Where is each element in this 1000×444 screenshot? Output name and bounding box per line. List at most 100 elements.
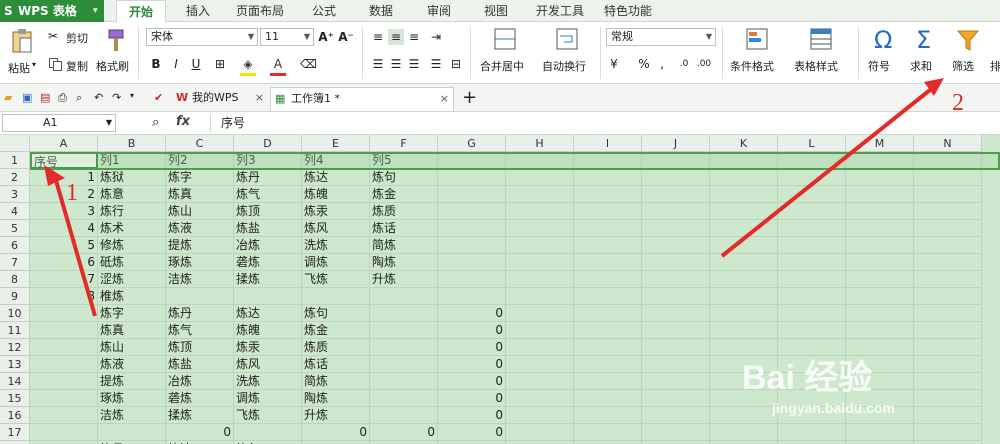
fill-color-icon[interactable]: ◈ xyxy=(240,56,256,72)
table-cell[interactable] xyxy=(438,203,506,220)
table-cell[interactable]: 炼汞 xyxy=(234,339,302,356)
table-cell[interactable] xyxy=(914,373,982,390)
table-cell[interactable]: 升炼 xyxy=(302,407,370,424)
table-cell[interactable] xyxy=(30,373,98,390)
table-cell[interactable] xyxy=(642,186,710,203)
tab-home[interactable]: 开始 xyxy=(116,0,166,23)
table-cell[interactable]: 炼术 xyxy=(98,220,166,237)
undo-icon[interactable]: ↶ xyxy=(94,91,103,104)
table-cell[interactable]: 提炼 xyxy=(166,237,234,254)
number-format-select[interactable]: 常规 ▼ xyxy=(606,28,716,46)
zoom-search-icon[interactable]: ⌕ xyxy=(152,115,159,130)
table-cell[interactable]: 7 xyxy=(30,271,98,288)
column-header[interactable]: G xyxy=(438,135,506,152)
table-cell[interactable] xyxy=(642,220,710,237)
table-cell[interactable] xyxy=(778,424,846,441)
percent-button[interactable]: % xyxy=(636,56,652,72)
table-cell[interactable] xyxy=(574,390,642,407)
table-cell[interactable] xyxy=(506,288,574,305)
table-cell[interactable] xyxy=(30,356,98,373)
table-cell[interactable] xyxy=(438,271,506,288)
table-cell[interactable]: 简炼 xyxy=(302,373,370,390)
save-icon[interactable]: ▣ xyxy=(22,91,32,104)
table-cell[interactable] xyxy=(642,339,710,356)
table-cell[interactable] xyxy=(642,424,710,441)
table-cell[interactable]: 揉炼 xyxy=(234,271,302,288)
table-cell[interactable] xyxy=(642,203,710,220)
column-header[interactable]: B xyxy=(98,135,166,152)
table-cell[interactable] xyxy=(642,373,710,390)
table-cell[interactable] xyxy=(438,288,506,305)
align-right-icon[interactable]: ☰ xyxy=(406,56,422,72)
table-cell[interactable]: 炼句 xyxy=(370,169,438,186)
table-cell[interactable] xyxy=(710,288,778,305)
table-cell[interactable] xyxy=(846,237,914,254)
font-name-select[interactable]: 宋体 ▼ xyxy=(146,28,258,46)
table-cell[interactable] xyxy=(846,220,914,237)
folder-icon[interactable]: ▰ xyxy=(4,91,12,104)
comma-button[interactable]: , xyxy=(654,56,670,72)
tab-view[interactable]: 视图 xyxy=(484,0,508,22)
table-cell[interactable] xyxy=(914,424,982,441)
table-cell[interactable] xyxy=(506,152,574,169)
increase-decimal-icon[interactable]: .0 xyxy=(676,56,692,72)
table-cell[interactable] xyxy=(574,288,642,305)
table-cell[interactable] xyxy=(914,322,982,339)
table-cell[interactable] xyxy=(30,424,98,441)
row-header[interactable]: 17 xyxy=(0,424,30,441)
table-cell[interactable]: 砻炼 xyxy=(234,254,302,271)
table-cell[interactable]: 洗炼 xyxy=(302,237,370,254)
table-cell[interactable] xyxy=(506,271,574,288)
table-cell[interactable] xyxy=(914,169,982,186)
table-cell[interactable]: 0 xyxy=(370,424,438,441)
table-cell[interactable] xyxy=(846,424,914,441)
table-cell[interactable]: 炼真 xyxy=(98,322,166,339)
row-header[interactable]: 5 xyxy=(0,220,30,237)
table-cell[interactable] xyxy=(506,203,574,220)
table-cell[interactable]: 0 xyxy=(166,424,234,441)
table-cell[interactable] xyxy=(642,288,710,305)
table-cell[interactable] xyxy=(574,220,642,237)
table-cell[interactable]: 陶炼 xyxy=(302,390,370,407)
table-cell[interactable]: 陶炼 xyxy=(370,254,438,271)
table-cell[interactable] xyxy=(30,305,98,322)
table-cell[interactable]: 2 xyxy=(30,186,98,203)
justify-icon[interactable]: ☰ xyxy=(428,56,444,72)
table-cell[interactable]: 简炼 xyxy=(370,237,438,254)
decrease-font-icon[interactable]: A⁻ xyxy=(338,29,354,45)
table-cell[interactable] xyxy=(370,407,438,424)
table-cell[interactable] xyxy=(370,305,438,322)
table-cell[interactable] xyxy=(642,169,710,186)
table-cell[interactable]: 炼气 xyxy=(234,186,302,203)
table-cell[interactable]: 修炼 xyxy=(98,237,166,254)
table-cell[interactable] xyxy=(574,305,642,322)
tab-insert[interactable]: 插入 xyxy=(186,0,210,22)
table-cell[interactable]: 0 xyxy=(302,424,370,441)
table-cell[interactable] xyxy=(574,373,642,390)
table-cell[interactable] xyxy=(506,373,574,390)
table-cell[interactable] xyxy=(778,322,846,339)
table-cell[interactable] xyxy=(778,305,846,322)
table-cell[interactable]: 列2 xyxy=(166,152,234,169)
tab-data[interactable]: 数据 xyxy=(369,0,393,22)
table-cell[interactable] xyxy=(778,254,846,271)
table-cell[interactable]: 砥炼 xyxy=(98,254,166,271)
table-cell[interactable] xyxy=(710,322,778,339)
table-cell[interactable]: 冶炼 xyxy=(166,373,234,390)
table-cell[interactable] xyxy=(506,169,574,186)
table-cell[interactable] xyxy=(642,390,710,407)
table-cell[interactable] xyxy=(914,339,982,356)
row-header[interactable]: 14 xyxy=(0,373,30,390)
column-header[interactable]: L xyxy=(778,135,846,152)
table-cell[interactable] xyxy=(778,152,846,169)
column-header[interactable]: M xyxy=(846,135,914,152)
table-cell[interactable] xyxy=(574,356,642,373)
column-header[interactable]: D xyxy=(234,135,302,152)
select-all-corner[interactable] xyxy=(0,135,30,152)
row-header[interactable]: 12 xyxy=(0,339,30,356)
table-cell[interactable]: 砻炼 xyxy=(166,390,234,407)
table-cell[interactable]: 冶炼 xyxy=(234,237,302,254)
table-cell[interactable] xyxy=(914,390,982,407)
formula-input[interactable]: 序号 xyxy=(210,114,998,132)
table-cell[interactable] xyxy=(642,237,710,254)
